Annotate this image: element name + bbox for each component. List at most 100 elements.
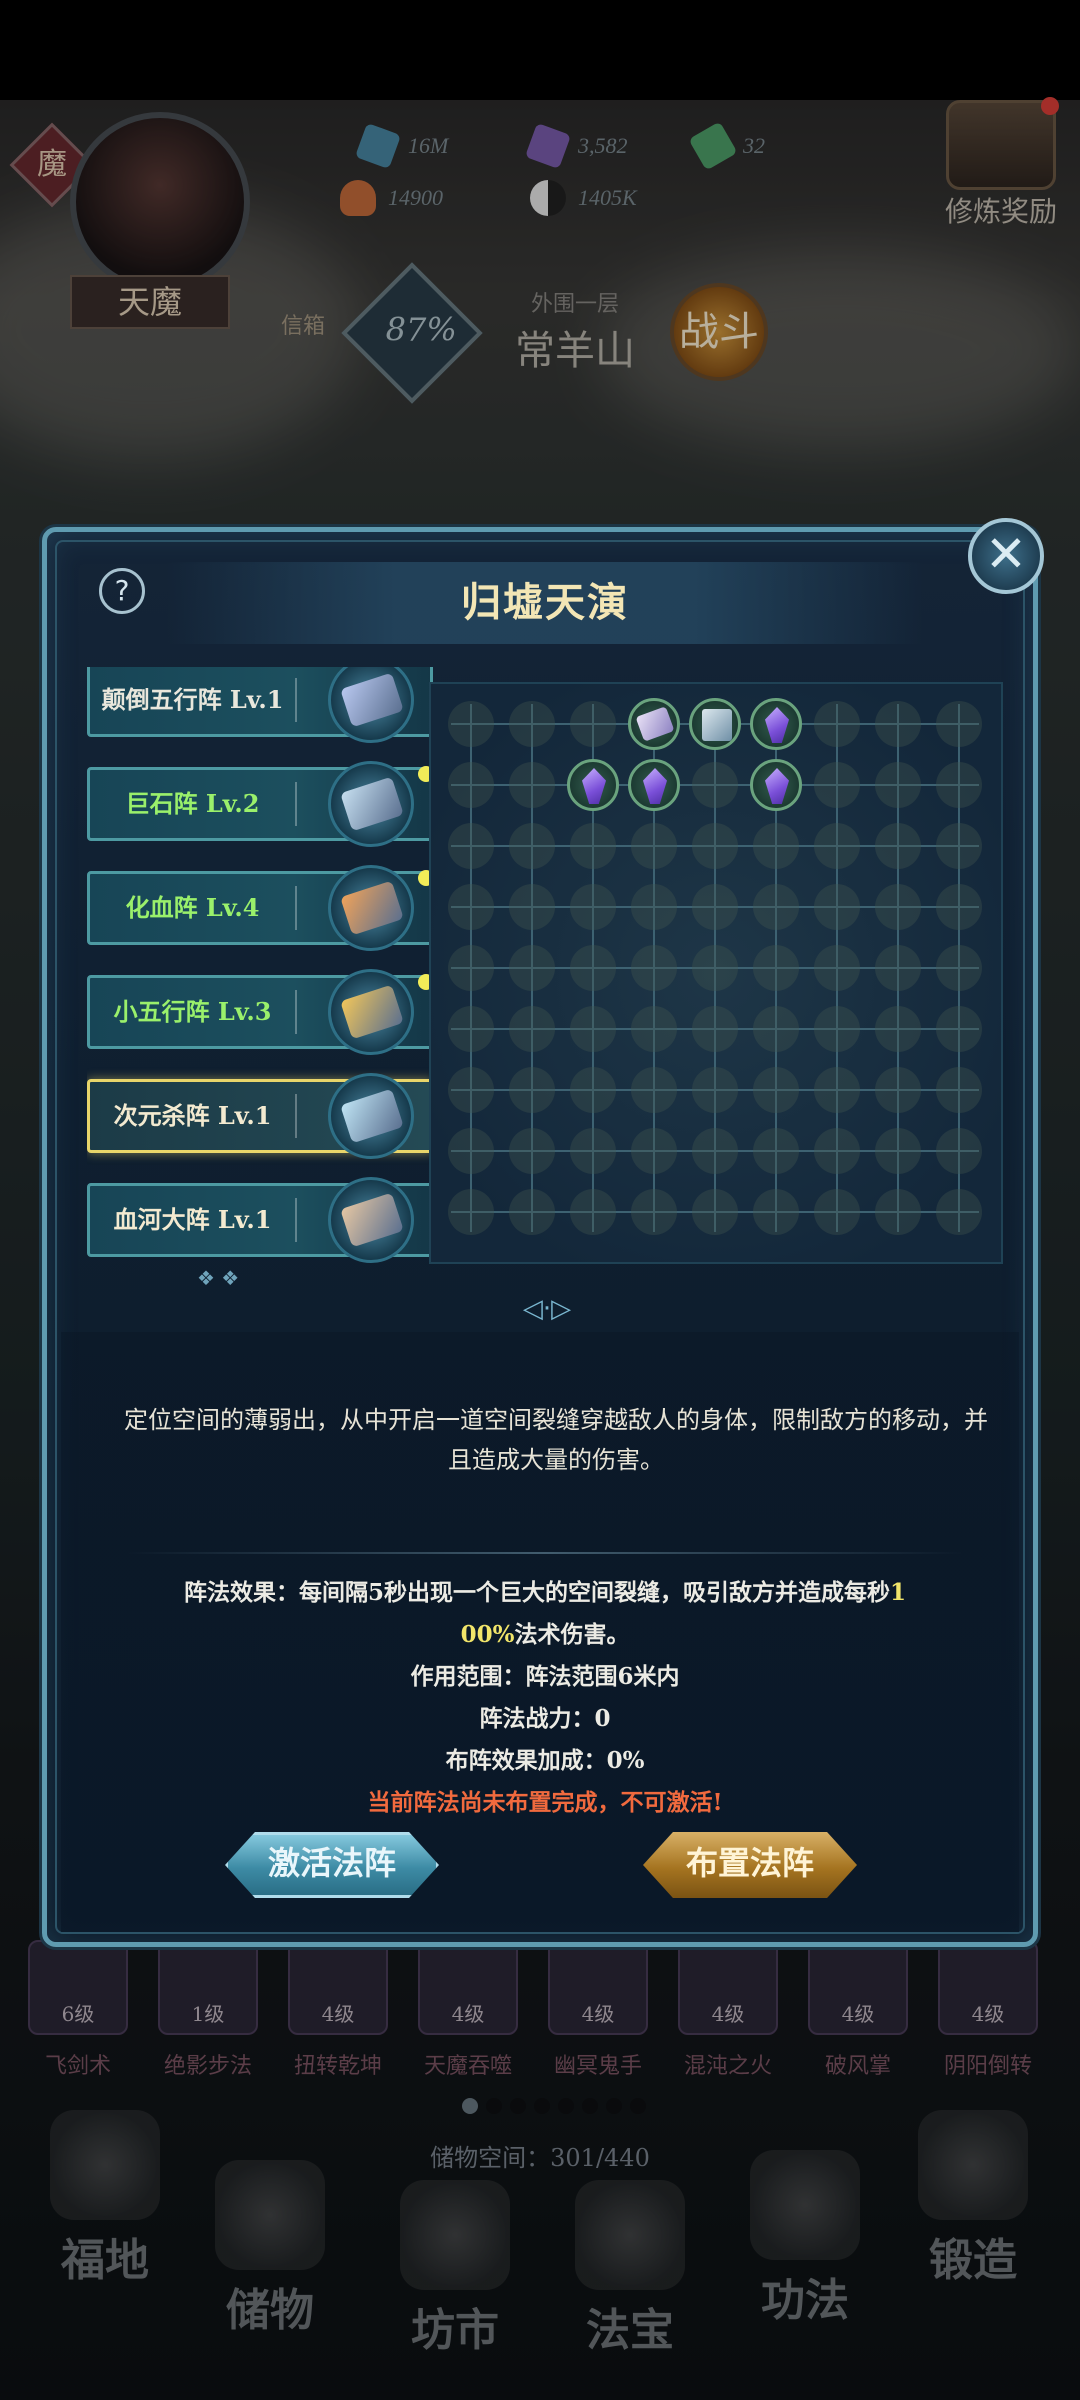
grid-slot[interactable] (570, 701, 616, 747)
grid-slot[interactable] (875, 1128, 921, 1174)
grid-slot[interactable] (631, 884, 677, 930)
grid-slot[interactable] (448, 1067, 494, 1113)
grid-slot[interactable] (814, 1006, 860, 1052)
grid-slot-filled[interactable] (567, 759, 619, 811)
formation-item[interactable]: 血河大阵 Lv.1 (87, 1177, 433, 1263)
formation-item[interactable]: 小五行阵 Lv.3 (87, 969, 434, 1055)
grid-slot[interactable] (875, 1006, 921, 1052)
grid-slot[interactable] (814, 823, 860, 869)
grid-slot[interactable] (875, 701, 921, 747)
grid-slot[interactable] (936, 884, 982, 930)
grid-slot[interactable] (753, 945, 799, 991)
grid-slot[interactable] (509, 1006, 555, 1052)
deploy-formation-button[interactable]: 布置法阵 (643, 1832, 857, 1898)
grid-slot[interactable] (570, 1128, 616, 1174)
grid-slot[interactable] (509, 1128, 555, 1174)
help-button[interactable]: ? (99, 568, 145, 614)
close-button[interactable]: ✕ (968, 518, 1044, 594)
grid-slot-filled[interactable] (628, 698, 680, 750)
grid-slot[interactable] (814, 701, 860, 747)
grid-slot[interactable] (570, 945, 616, 991)
grid-slot[interactable] (692, 1128, 738, 1174)
grid-slot[interactable] (753, 823, 799, 869)
grid-slot[interactable] (631, 1189, 677, 1235)
formation-item[interactable]: 化血阵 Lv.4 (87, 865, 434, 951)
grid-slot[interactable] (875, 823, 921, 869)
grid-slot[interactable] (692, 945, 738, 991)
dialog-title: 归墟天演 (461, 579, 629, 626)
formation-item[interactable]: 次元杀阵 Lv.1 (87, 1073, 433, 1159)
grid-slot[interactable] (814, 1189, 860, 1235)
formation-list[interactable]: 颠倒五行阵 Lv.1 巨石阵 Lv.2 化血阵 Lv.4 小五行阵 Lv.3 次元杀阵 … (87, 667, 449, 1267)
grid-slot[interactable] (814, 884, 860, 930)
grid-slot[interactable] (631, 1006, 677, 1052)
grid-slot[interactable] (448, 701, 494, 747)
grid-slot[interactable] (509, 945, 555, 991)
activate-formation-button[interactable]: 激活法阵 (225, 1832, 439, 1898)
grid-slot[interactable] (448, 1006, 494, 1052)
grid-slot[interactable] (509, 762, 555, 808)
grid-slot[interactable] (875, 884, 921, 930)
grid-slot[interactable] (448, 945, 494, 991)
grid-slot[interactable] (570, 1067, 616, 1113)
grid-slot[interactable] (753, 1067, 799, 1113)
grid-slot[interactable] (936, 762, 982, 808)
formation-grid[interactable] (429, 682, 1003, 1264)
grid-slot[interactable] (448, 823, 494, 869)
grid-slot[interactable] (448, 1189, 494, 1235)
grid-slot[interactable] (631, 945, 677, 991)
grid-slot[interactable] (509, 1189, 555, 1235)
grid-slot[interactable] (570, 823, 616, 869)
grid-slot[interactable] (448, 1128, 494, 1174)
grid-slot-filled[interactable] (689, 698, 741, 750)
grid-slot[interactable] (509, 823, 555, 869)
grid-slot[interactable] (692, 762, 738, 808)
grid-slot[interactable] (448, 762, 494, 808)
grid-slot[interactable] (570, 884, 616, 930)
list-bottom-ornament: ❖ ❖ (197, 1266, 240, 1290)
grid-slot[interactable] (814, 1128, 860, 1174)
grid-slot[interactable] (936, 1189, 982, 1235)
formation-scroll-icon (328, 1073, 414, 1159)
grid-slot[interactable] (814, 1067, 860, 1113)
formation-item[interactable]: 颠倒五行阵 Lv.1 (87, 667, 433, 743)
section-ornament: ◁·▷ (522, 1294, 572, 1324)
grid-slot[interactable] (753, 884, 799, 930)
grid-slot[interactable] (936, 701, 982, 747)
grid-slot[interactable] (875, 945, 921, 991)
grid-slot[interactable] (875, 1067, 921, 1113)
grid-slot[interactable] (753, 1189, 799, 1235)
grid-slot[interactable] (631, 823, 677, 869)
grid-slot[interactable] (570, 1189, 616, 1235)
grid-slot[interactable] (936, 1128, 982, 1174)
grid-slot[interactable] (753, 1006, 799, 1052)
grid-slot[interactable] (753, 1128, 799, 1174)
formation-item[interactable]: 巨石阵 Lv.2 (87, 761, 434, 847)
grid-slot[interactable] (509, 701, 555, 747)
grid-slot[interactable] (936, 823, 982, 869)
grid-slot-filled[interactable] (628, 759, 680, 811)
grid-slot-filled[interactable] (750, 759, 802, 811)
grid-slot[interactable] (875, 762, 921, 808)
grid-slot[interactable] (631, 1067, 677, 1113)
grid-slot[interactable] (509, 884, 555, 930)
grid-slot[interactable] (936, 1067, 982, 1113)
grid-slot[interactable] (692, 884, 738, 930)
grid-slot[interactable] (814, 945, 860, 991)
grid-slot[interactable] (875, 1189, 921, 1235)
grid-slot[interactable] (692, 1189, 738, 1235)
grid-slot[interactable] (814, 762, 860, 808)
divider (127, 1552, 963, 1554)
grid-slot[interactable] (448, 884, 494, 930)
grid-slot[interactable] (631, 1128, 677, 1174)
grid-slot[interactable] (570, 1006, 616, 1052)
grid-slot[interactable] (692, 1006, 738, 1052)
grid-slot-filled[interactable] (750, 698, 802, 750)
grid-slot[interactable] (509, 1067, 555, 1113)
grid-slot[interactable] (936, 1006, 982, 1052)
purple-gem-icon (765, 707, 789, 743)
grid-slot[interactable] (692, 823, 738, 869)
grid-slot[interactable] (936, 945, 982, 991)
activation-warning: 当前阵法尚未布置完成，不可激活! (367, 1789, 723, 1816)
grid-slot[interactable] (692, 1067, 738, 1113)
